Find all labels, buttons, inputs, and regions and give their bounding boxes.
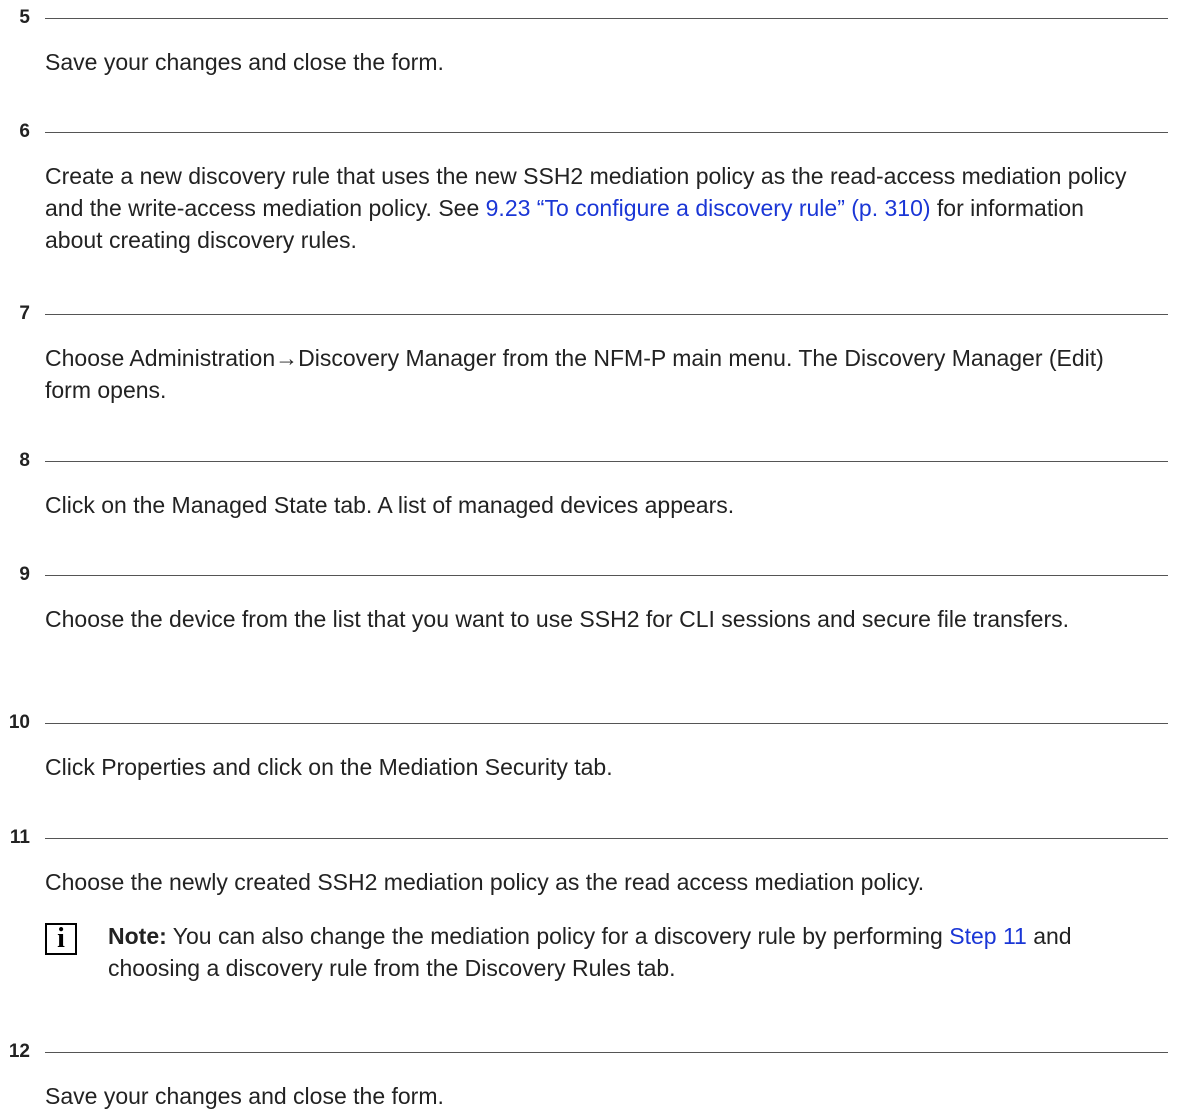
step-divider <box>45 1052 1168 1053</box>
step-divider <box>45 132 1168 133</box>
step-divider <box>45 18 1168 19</box>
step-9: 9 Choose the device from the list that y… <box>0 563 1179 635</box>
step-divider <box>45 723 1168 724</box>
step-number: 10 <box>8 712 30 733</box>
step-header: 11 <box>0 826 1179 850</box>
step-header: 10 <box>0 711 1179 735</box>
step-divider <box>45 461 1168 462</box>
step-text: Save your changes and close the form. <box>45 1083 444 1109</box>
step-divider <box>45 314 1168 315</box>
step-text: Choose the device from the list that you… <box>45 606 1070 632</box>
note-text-before: You can also change the mediation policy… <box>166 923 950 949</box>
step-text: Click on the Managed State tab. A list o… <box>45 492 735 518</box>
discovery-rule-link[interactable]: 9.23 “To configure a discovery rule” (p.… <box>486 195 931 221</box>
step-5: 5 Save your changes and close the form. <box>0 6 1179 78</box>
step-text: Save your changes and close the form. <box>45 49 444 75</box>
info-icon: i <box>45 923 77 955</box>
step-11: 11 Choose the newly created SSH2 mediati… <box>0 826 1179 984</box>
step-text: Click Properties and click on the Mediat… <box>45 754 613 780</box>
step-text: Create a new discovery rule that uses th… <box>45 160 1139 256</box>
step-number: 5 <box>19 7 30 28</box>
step-6: 6 Create a new discovery rule that uses … <box>0 120 1179 256</box>
step-header: 9 <box>0 563 1179 587</box>
note-label: Note: <box>108 923 167 949</box>
step-number: 6 <box>19 121 30 142</box>
step-10: 10 Click Properties and click on the Med… <box>0 711 1179 783</box>
step-number: 9 <box>19 564 30 585</box>
step-7: 7 Choose Administration→Discovery Manage… <box>0 302 1179 406</box>
step-number: 12 <box>8 1041 30 1062</box>
step-8: 8 Click on the Managed State tab. A list… <box>0 449 1179 521</box>
step-header: 7 <box>0 302 1179 326</box>
step-text: Choose the newly created SSH2 mediation … <box>45 869 925 895</box>
step-11-link[interactable]: Step 11 <box>949 923 1027 949</box>
step-header: 5 <box>0 6 1179 30</box>
step-header: 12 <box>0 1040 1179 1064</box>
step-text: Choose Administration→Discovery Manager … <box>45 345 1104 403</box>
step-header: 8 <box>0 449 1179 473</box>
step-number: 7 <box>19 303 30 324</box>
note-callout: i Note: You can also change the mediatio… <box>45 920 1139 984</box>
step-divider <box>45 575 1168 576</box>
step-number: 11 <box>9 827 30 848</box>
procedure-page: 5 Save your changes and close the form. … <box>0 0 1179 1109</box>
step-number: 8 <box>19 450 30 471</box>
step-divider <box>45 838 1168 839</box>
step-header: 6 <box>0 120 1179 144</box>
step-12: 12 Save your changes and close the form. <box>0 1040 1179 1112</box>
